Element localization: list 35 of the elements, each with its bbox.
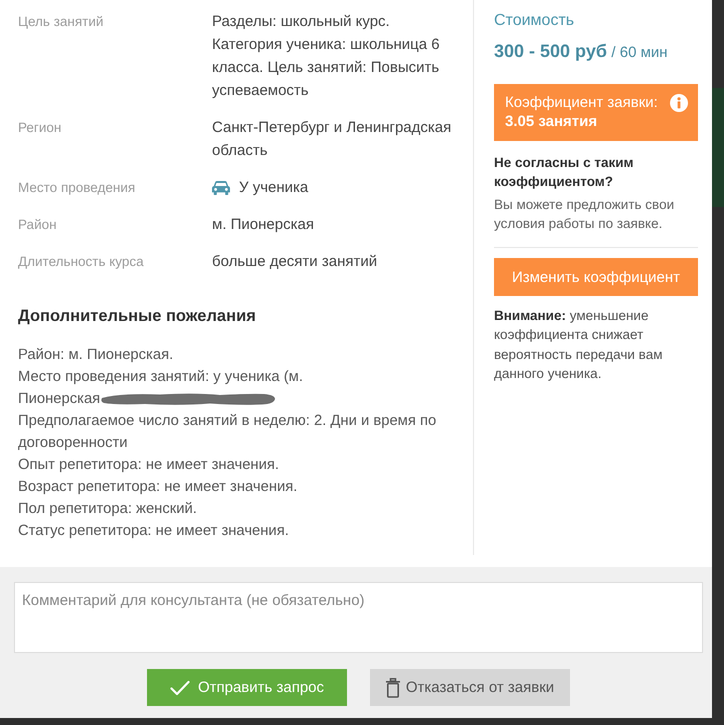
warning-text: Внимание: уменьшение коэффициента снижает вероятность передачи вам данного ученика. [494,307,664,383]
detail-label: Регион [18,119,62,137]
price-unit: / 60 мин [611,44,668,61]
price-amount: 300 - 500 руб [494,41,607,61]
change-coefficient-button[interactable]: Изменить коэффициент [494,258,698,296]
hint-text: Вы можете предложить свои условия работы по заявке. [494,196,676,233]
comment-field[interactable]: Комментарий для консультанта (не обязательно) [14,582,703,653]
detail-label: Цель занятий [18,13,104,31]
wish-line: Пионерская [18,390,100,409]
wish-line: Пол репетитора: женский. [18,500,198,519]
wish-line: Возраст репетитора: не имеет значения. [18,478,298,497]
submit-button[interactable]: Отправить запрос [147,669,347,706]
detail-label: Место проведения [18,179,136,197]
wish-line: Статус репетитора: не имеет значения. [18,522,290,541]
wish-line: Предполагаемое число занятий в неделю: 2. Дни и время по договоренности [18,412,438,453]
wish-line: Место проведения занятий: у ученика (м. [18,368,304,387]
coefficient-value: 3.05 занятия [505,112,598,131]
detail-label: Длительность курса [18,253,145,271]
detail-value: больше десяти занятий [212,252,378,272]
detail-value: м. Пионерская [212,215,315,235]
car-icon [212,180,230,194]
info-icon[interactable] [670,94,688,112]
detail-label: Район [18,216,58,234]
price-label: Стоимость [494,11,576,31]
trash-icon [386,678,400,698]
wish-line: Опыт репетитора: не имеет значения. [18,456,280,475]
check-icon [170,680,190,696]
detail-value: Разделы: школьный курс. Категория ученика: школьница 6 класса. Цель занятий: Повысить успеваемость [212,12,441,101]
decline-button[interactable]: Отказаться от заявки [370,669,570,706]
detail-value: Санкт-Петербург и Ленинградская область [212,118,452,161]
wish-line: Район: м. Пионерская. [18,346,174,365]
detail-value: У ученика [239,178,308,198]
coefficient-label: Коэффициент заявки: [505,93,658,112]
section-heading: Дополнительные пожелания [18,306,257,327]
question-text: Не согласны с таким коэффициентом? [494,154,634,191]
